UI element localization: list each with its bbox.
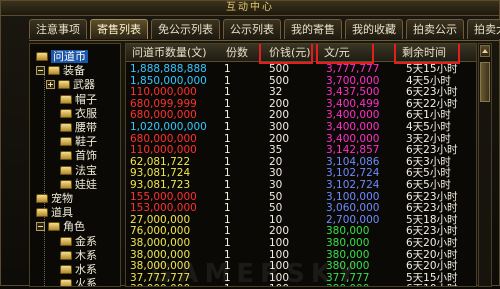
cell-rate: 3,102,724 (326, 179, 380, 191)
book-icon (60, 123, 72, 132)
book-icon (58, 80, 70, 90)
tree-item-label: 宠物 (51, 192, 73, 205)
cell-rate: 3,777,777 (326, 63, 380, 75)
cell-rate: 3,400,000 (326, 121, 380, 133)
table-row[interactable]: 1,020,000,000 1 300 3,400,000 4天5小时 (126, 121, 476, 134)
cell-qty: 1 (224, 63, 231, 75)
cell-qty: 1 (224, 179, 231, 191)
tree-item-label: 腰带 (75, 121, 97, 134)
cell-amount: 1,020,000,000 (130, 121, 207, 133)
tree-item[interactable]: 法宝 (60, 164, 97, 178)
book-icon (36, 208, 48, 218)
header-amount[interactable]: 问道币数量(文) (132, 44, 207, 61)
book-icon (60, 250, 72, 260)
tree-item-label: 水系 (75, 263, 97, 276)
collapse-icon[interactable] (36, 222, 45, 232)
tab-bar: 注意事项寄售列表免公示列表公示列表我的寄售我的收藏拍卖公示拍卖大厅 (29, 19, 500, 41)
cell-amount: 1,888,888,888 (130, 63, 207, 75)
cell-price: 100 (269, 237, 290, 249)
tree-item[interactable]: 问道币 (36, 50, 88, 64)
watermark-text: GAMERSKY (151, 259, 362, 289)
tree-item[interactable]: 水系 (60, 263, 97, 277)
table-row[interactable]: 1,888,888,888 1 500 3,777,777 5天15小时 (126, 63, 476, 76)
category-tree: 问道币 装备 武器 帽子 衣服 腰带 鞋子 首饰 法宝 娃娃 宠物 道具 角色 金系 木系 水系 火系 (29, 43, 121, 287)
tree-item[interactable]: 鞋子 (60, 135, 97, 149)
window-title: 互动中心 (1, 1, 499, 16)
tree-item-label: 武器 (73, 78, 95, 92)
table-scrollbar[interactable] (478, 43, 492, 287)
book-icon (36, 194, 48, 203)
cell-qty: 1 (224, 237, 231, 249)
table-row[interactable]: 93,081,723 1 30 3,102,724 6天5小时 (126, 179, 476, 192)
tab-3[interactable]: 公示列表 (223, 19, 281, 39)
tree-item[interactable]: 角色 (36, 220, 85, 234)
tree-item[interactable]: 腰带 (60, 121, 97, 135)
tab-6[interactable]: 拍卖公示 (406, 19, 464, 39)
listing-table: 问道币数量(文) 份数 价钱(元) 文/元 剩余时间 1,888,888,888… (125, 43, 477, 287)
expand-icon[interactable] (46, 80, 55, 90)
price-header-highlight (259, 44, 313, 64)
cell-qty: 1 (224, 121, 231, 133)
cell-price: 500 (269, 63, 290, 75)
cell-price: 300 (269, 121, 290, 133)
tree-item[interactable]: 首饰 (60, 149, 97, 163)
book-icon (60, 94, 72, 104)
tree-item[interactable]: 衣服 (60, 107, 97, 121)
cell-price: 30 (269, 179, 283, 191)
tree-item[interactable]: 装备 (36, 64, 85, 78)
tree-item[interactable]: 木系 (60, 249, 97, 263)
table-row[interactable]: 38,000,000 1 100 380,000 6天20小时 (126, 237, 476, 250)
tree-guide-line (44, 74, 45, 286)
header-qty[interactable]: 份数 (226, 44, 248, 61)
tab-5[interactable]: 我的收藏 (345, 19, 403, 39)
tab-2[interactable]: 免公示列表 (151, 19, 220, 39)
cell-time: 4天5小时 (406, 121, 451, 133)
cell-rate: 380,000 (326, 237, 370, 249)
book-icon (60, 265, 72, 274)
book-icon (48, 66, 60, 76)
tab-4[interactable]: 我的寄售 (284, 19, 342, 39)
tree-item-label: 金系 (75, 234, 97, 248)
tab-7[interactable]: 拍卖大厅 (467, 19, 500, 39)
tree-item[interactable]: 金系 (60, 235, 97, 249)
collapse-icon[interactable] (36, 66, 45, 76)
tree-item-label: 鞋子 (75, 135, 97, 149)
book-icon (60, 165, 72, 175)
cell-time: 6天5小时 (406, 179, 451, 191)
tree-item[interactable]: 帽子 (60, 93, 97, 107)
tree-item-label: 衣服 (75, 106, 97, 120)
tree-item-label: 角色 (63, 220, 85, 234)
tree-item[interactable]: 宠物 (36, 192, 73, 206)
cell-time: 5天15小时 (406, 63, 458, 75)
tab-0[interactable]: 注意事项 (29, 19, 87, 39)
book-icon (60, 236, 72, 246)
tree-item-label: 装备 (63, 64, 85, 78)
tree-item-label: 问道币 (51, 50, 88, 63)
book-icon (60, 151, 72, 161)
tree-item-label: 首饰 (75, 149, 97, 163)
scroll-thumb[interactable] (480, 62, 490, 102)
tree-item[interactable]: 娃娃 (60, 178, 97, 192)
tree-item-label: 法宝 (75, 163, 97, 177)
cell-time: 6天20小时 (406, 237, 458, 249)
tree-item-label: 娃娃 (75, 177, 97, 191)
time-header-highlight (394, 44, 460, 64)
rate-header-highlight (316, 44, 374, 64)
tab-1[interactable]: 寄售列表 (90, 19, 148, 39)
cell-amount: 38,000,000 (130, 237, 191, 249)
window-frame: 互动中心 注意事项寄售列表免公示列表公示列表我的寄售我的收藏拍卖公示拍卖大厅 问… (0, 0, 500, 289)
book-icon (48, 222, 60, 232)
book-icon (60, 179, 72, 189)
tree-item[interactable]: 道具 (36, 206, 73, 220)
book-icon (60, 137, 72, 147)
tree-item[interactable]: 武器 (46, 78, 95, 92)
book-icon (60, 108, 72, 118)
scroll-up-arrow-icon[interactable] (480, 45, 490, 57)
tab-underline (29, 40, 499, 41)
book-icon (36, 52, 48, 61)
cell-amount: 93,081,723 (130, 179, 191, 191)
tree-item-label: 道具 (51, 206, 73, 220)
tree-item-label: 木系 (75, 248, 97, 262)
tree-item-label: 帽子 (75, 92, 97, 106)
